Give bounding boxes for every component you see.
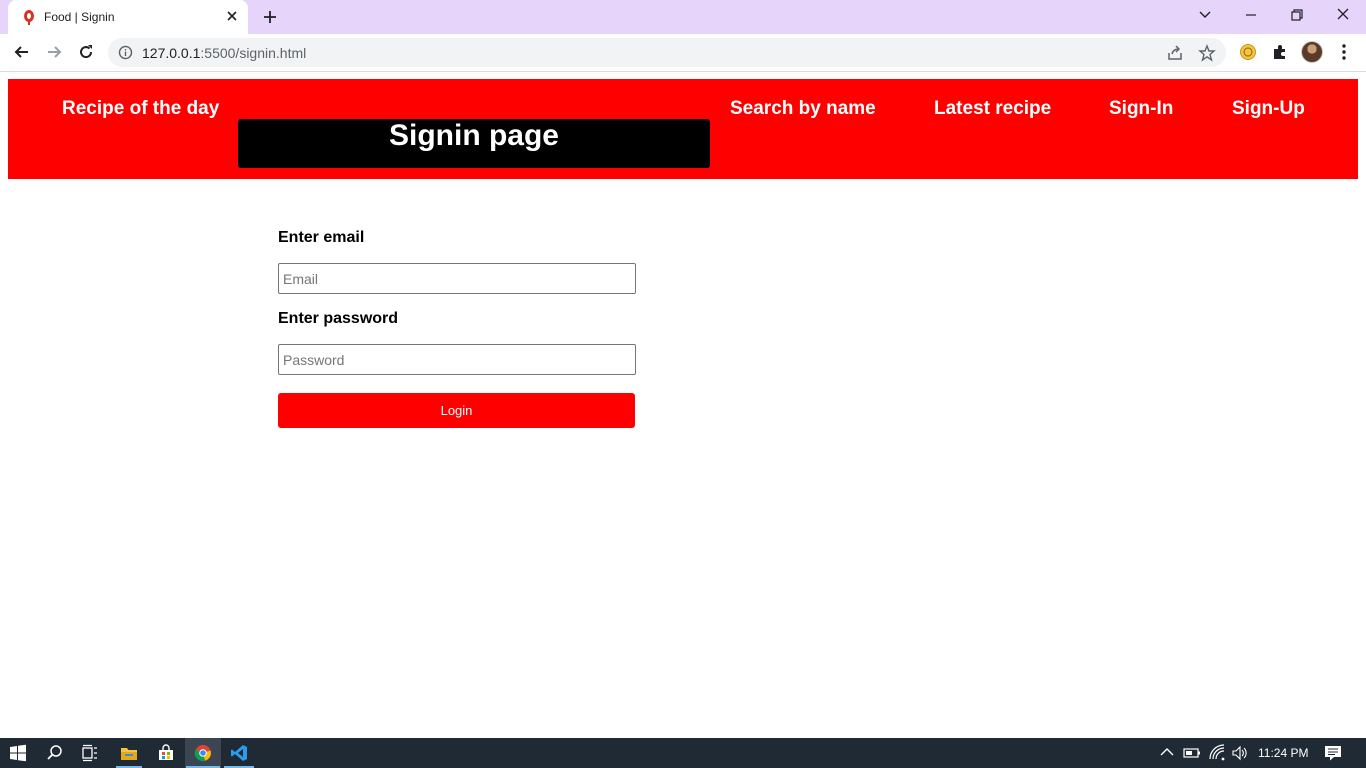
nav-latest-recipe[interactable]: Latest recipe — [934, 98, 1051, 120]
email-label: Enter email — [278, 229, 365, 246]
web-page: Recipe of the day Signin page Search by … — [0, 72, 1366, 738]
wifi-icon[interactable] — [1208, 744, 1226, 762]
windows-start-icon[interactable] — [9, 744, 27, 762]
minimize-icon[interactable] — [1240, 6, 1262, 24]
page-title-banner: Signin page — [238, 119, 710, 168]
address-bar[interactable]: 127.0.0.1:5500/signin.html — [108, 38, 1226, 67]
back-icon[interactable] — [12, 42, 32, 62]
tab-search-chevron-icon[interactable] — [1194, 6, 1216, 24]
vscode-icon[interactable] — [230, 744, 248, 762]
site-navbar: Recipe of the day Signin page Search by … — [8, 79, 1358, 179]
volume-icon[interactable] — [1231, 744, 1249, 762]
extensions-puzzle-icon[interactable] — [1271, 43, 1289, 61]
new-tab-icon[interactable] — [261, 8, 279, 26]
more-menu-icon[interactable] — [1336, 43, 1352, 61]
nav-sign-up[interactable]: Sign-Up — [1232, 98, 1305, 120]
forward-icon[interactable] — [44, 42, 64, 62]
reload-icon[interactable] — [76, 42, 96, 62]
restore-icon[interactable] — [1286, 6, 1308, 24]
store-icon[interactable] — [157, 744, 175, 762]
tab-strip: Food | Signin — [0, 0, 1366, 34]
nav-recipe-of-the-day[interactable]: Recipe of the day — [62, 98, 219, 120]
share-icon[interactable] — [1166, 44, 1184, 62]
browser-tab[interactable]: Food | Signin — [8, 0, 248, 34]
nav-sign-in[interactable]: Sign-In — [1109, 98, 1173, 120]
notifications-icon[interactable] — [1324, 744, 1342, 762]
battery-icon[interactable] — [1183, 744, 1201, 762]
chrome-icon[interactable] — [194, 744, 212, 762]
taskbar-clock[interactable]: 11:24 PM — [1258, 746, 1308, 760]
browser-toolbar: 127.0.0.1:5500/signin.html — [0, 34, 1366, 71]
close-tab-icon[interactable] — [224, 8, 240, 24]
password-label: Enter password — [278, 310, 399, 327]
page-title: Signin page — [388, 119, 559, 152]
bookmark-star-icon[interactable] — [1198, 44, 1216, 62]
windows-taskbar: 11:24 PM — [0, 738, 1366, 768]
file-explorer-icon[interactable] — [120, 744, 138, 762]
url-text[interactable]: 127.0.0.1:5500/signin.html — [142, 45, 306, 61]
nav-search-by-name[interactable]: Search by name — [730, 98, 876, 120]
task-view-icon[interactable] — [81, 744, 99, 762]
extension-coin-icon[interactable] — [1239, 43, 1257, 61]
site-info-icon[interactable] — [118, 45, 133, 60]
show-hidden-icons-chevron-icon[interactable] — [1158, 744, 1176, 762]
search-icon[interactable] — [46, 744, 64, 762]
password-field[interactable] — [278, 344, 636, 375]
tab-title: Food | Signin — [44, 10, 115, 24]
food-favicon-icon — [24, 10, 34, 25]
login-button[interactable]: Login — [278, 393, 635, 428]
profile-avatar[interactable] — [1301, 41, 1323, 63]
close-window-icon[interactable] — [1332, 6, 1354, 24]
email-field[interactable] — [278, 263, 636, 294]
